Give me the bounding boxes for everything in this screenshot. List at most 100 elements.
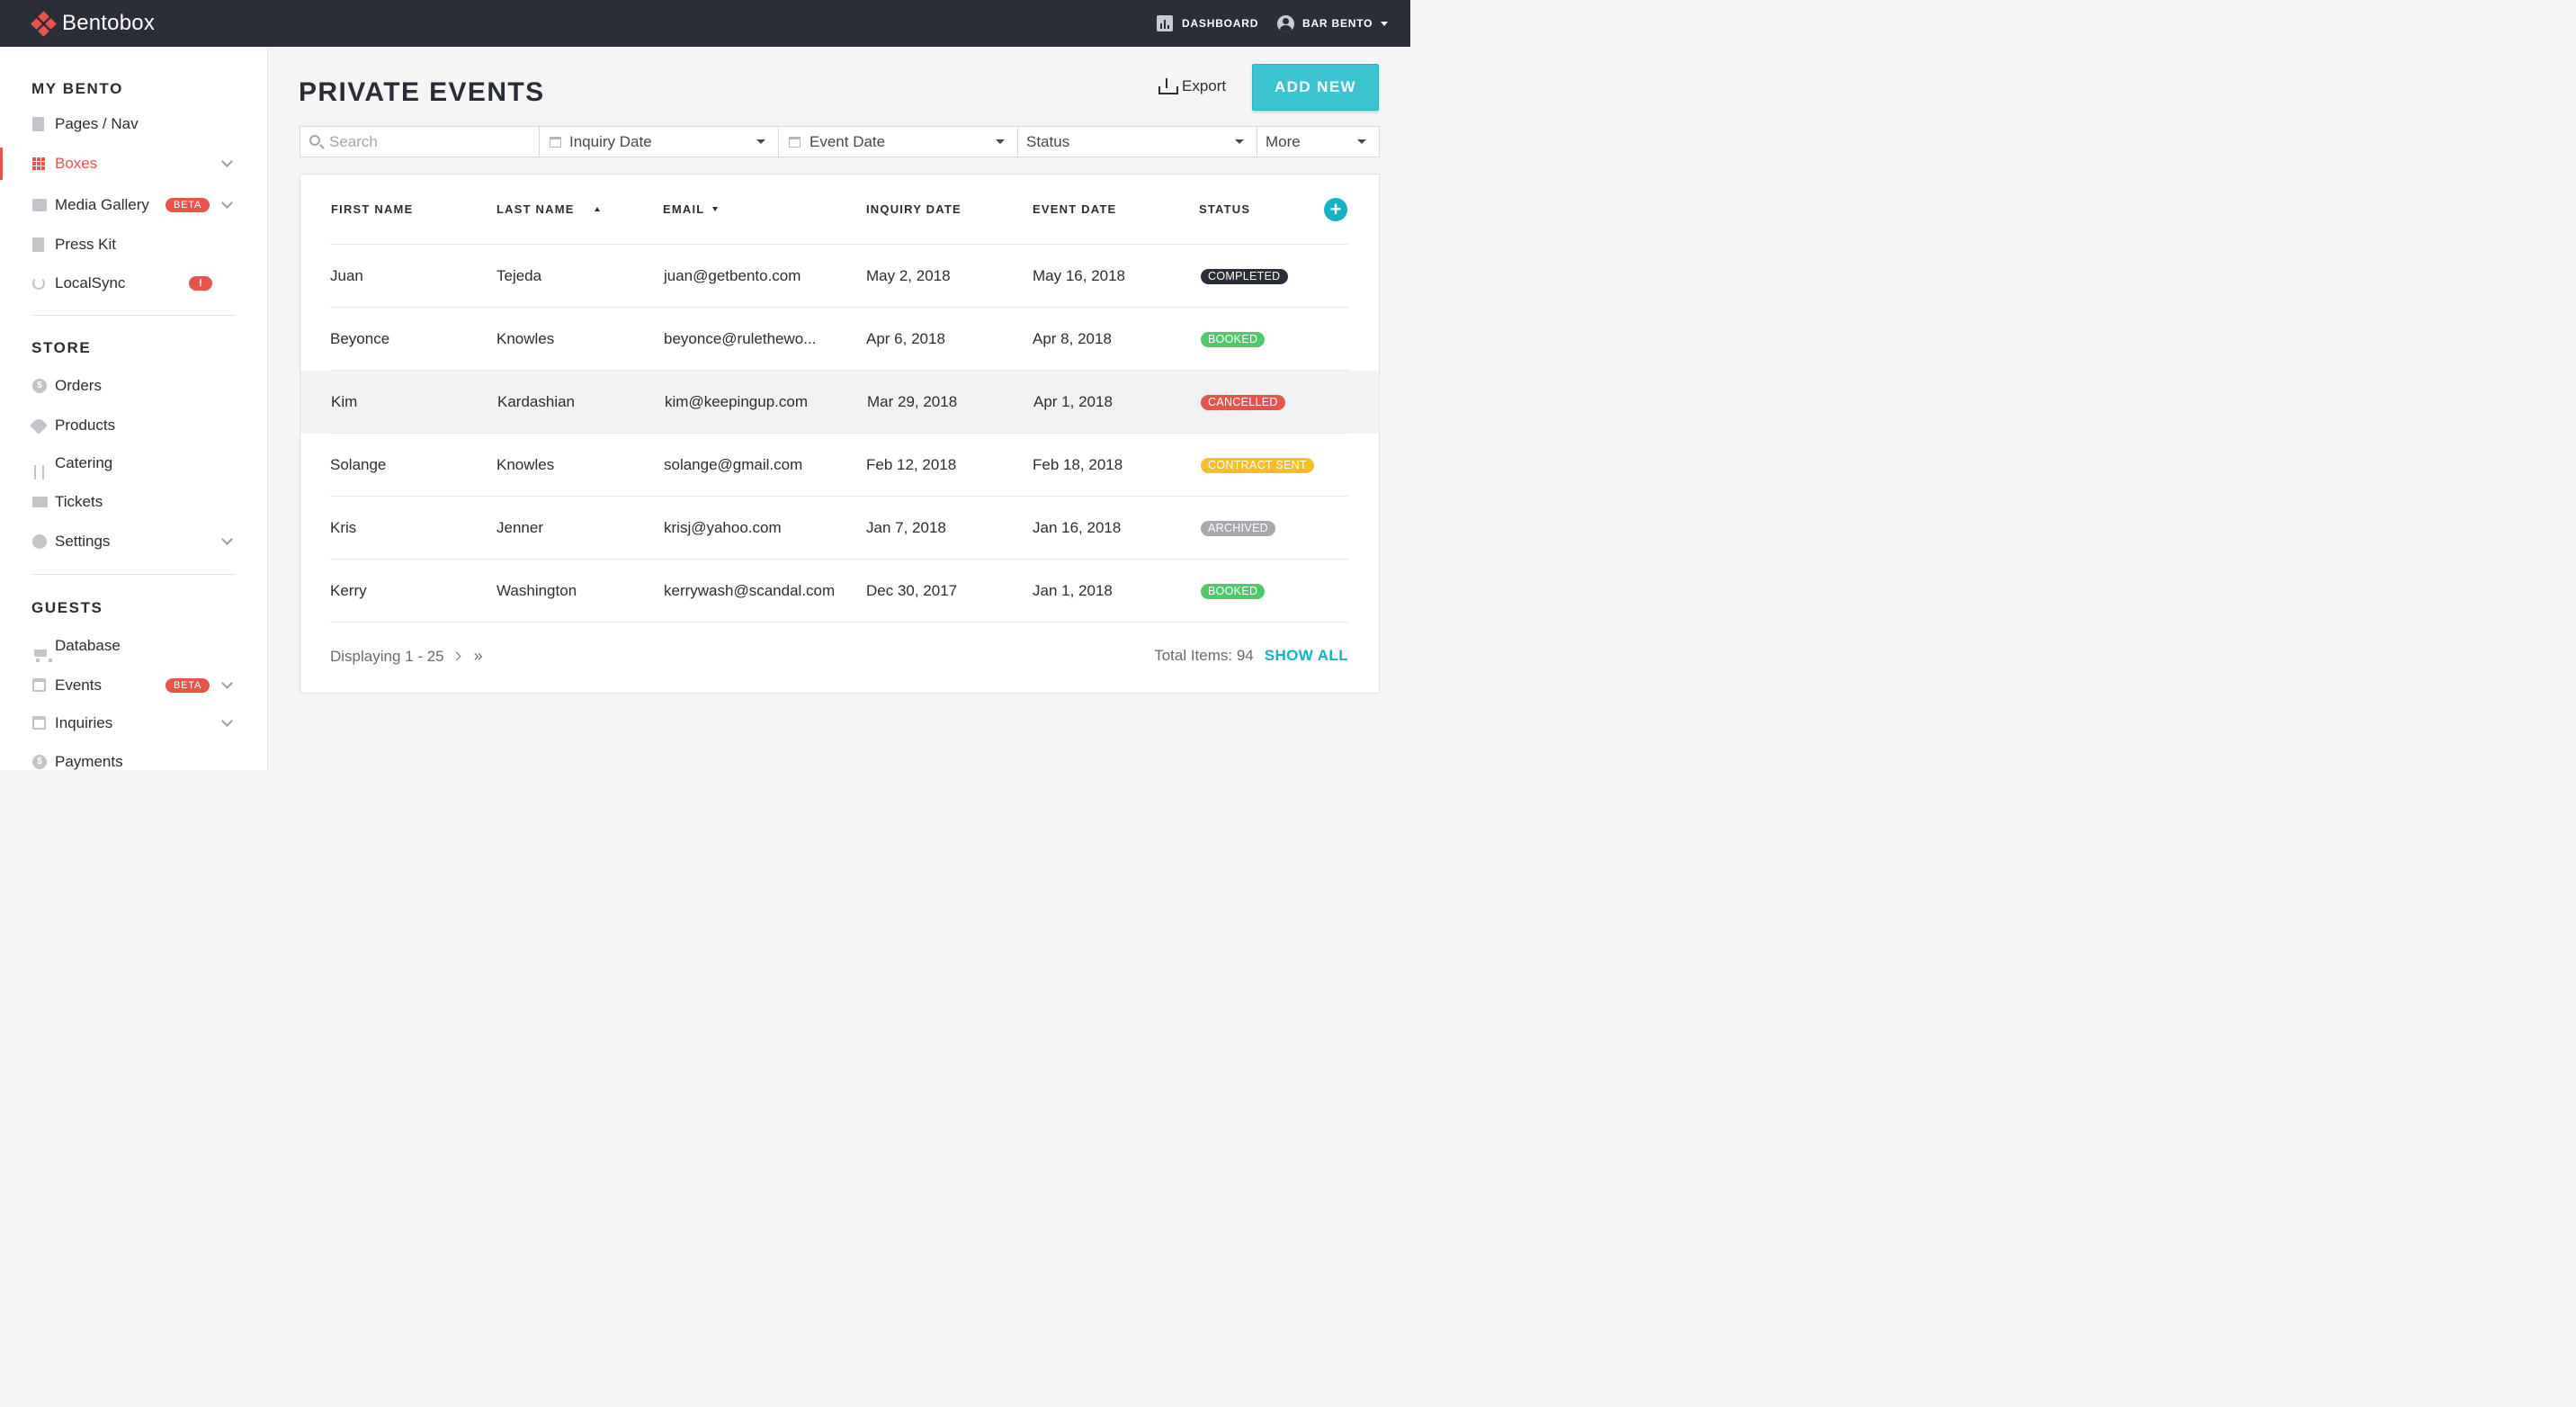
utensils-icon bbox=[32, 465, 47, 479]
ticket-icon bbox=[32, 497, 48, 507]
filter-bar: Inquiry Date Event Date Status More bbox=[300, 126, 1380, 157]
column-header-event-date[interactable]: EVENT DATE bbox=[1033, 202, 1116, 216]
chevron-right-icon[interactable] bbox=[452, 651, 461, 661]
caret-down-icon bbox=[996, 139, 1005, 144]
sort-ascending-icon bbox=[594, 207, 600, 211]
cell-inquiry-date: Mar 29, 2018 bbox=[867, 393, 958, 410]
sidebar-item-label: Boxes bbox=[55, 155, 98, 172]
calendar-check-icon bbox=[32, 716, 46, 730]
show-all-link[interactable]: SHOW ALL bbox=[1265, 647, 1348, 665]
sidebar-item-products[interactable]: Products bbox=[0, 409, 267, 442]
sidebar-item-inquiries[interactable]: Inquiries bbox=[0, 707, 267, 739]
sidebar-item-boxes[interactable]: Boxes bbox=[0, 148, 267, 180]
column-header-label: LAST NAME bbox=[496, 202, 575, 216]
export-label: Export bbox=[1182, 77, 1227, 94]
sidebar-item-events[interactable]: Events BETA bbox=[0, 669, 267, 702]
dashboard-link[interactable]: DASHBOARD bbox=[1157, 0, 1258, 47]
column-header-inquiry-date[interactable]: INQUIRY DATE bbox=[866, 202, 962, 216]
cell-inquiry-date: Feb 12, 2018 bbox=[866, 456, 957, 473]
sidebar-item-settings[interactable]: Settings bbox=[0, 525, 267, 558]
cell-email: beyonce@rulethewo... bbox=[664, 330, 817, 347]
bentobox-logo[interactable]: Bentobox bbox=[31, 11, 156, 37]
inquiry-date-filter[interactable]: Inquiry Date bbox=[540, 127, 779, 157]
column-header-label: FIRST NAME bbox=[331, 202, 414, 216]
search-input[interactable] bbox=[329, 132, 527, 151]
table-row[interactable]: Beyonce Knowles beyonce@rulethewo... Apr 6,… bbox=[300, 308, 1379, 371]
sidebar-item-label: Events bbox=[55, 677, 102, 694]
table-row[interactable]: Juan Tejeda juan@getbento.com May 2, 2018 Ma… bbox=[300, 245, 1379, 308]
search-field[interactable] bbox=[300, 127, 540, 157]
cell-last-name: Knowles bbox=[496, 456, 555, 473]
sidebar-item-payments[interactable]: $ Payments bbox=[0, 746, 267, 770]
last-page-icon[interactable]: » bbox=[474, 647, 483, 666]
page-icon bbox=[32, 117, 44, 131]
add-column-icon[interactable]: + bbox=[1324, 198, 1347, 221]
dashboard-label: DASHBOARD bbox=[1182, 17, 1259, 30]
sidebar-item-database[interactable]: Database bbox=[0, 630, 267, 662]
chevron-down-icon[interactable] bbox=[221, 196, 233, 209]
user-icon bbox=[1277, 14, 1294, 32]
table-row[interactable]: Kerry Washington kerrywash@scandal.com Dec … bbox=[300, 560, 1379, 623]
cell-last-name: Washington bbox=[496, 582, 577, 599]
add-new-button[interactable]: ADD NEW bbox=[1252, 64, 1379, 111]
account-menu[interactable]: BAR BENTO bbox=[1277, 0, 1389, 47]
column-header-last-name[interactable]: LAST NAME bbox=[496, 202, 600, 216]
gear-icon bbox=[32, 534, 47, 549]
chevron-down-icon[interactable] bbox=[221, 155, 233, 167]
section-title-guests: GUESTS bbox=[31, 599, 103, 616]
sidebar-item-label: Products bbox=[55, 417, 116, 434]
displaying-range: Displaying 1 - 25 bbox=[330, 647, 444, 665]
cell-first-name: Beyonce bbox=[330, 330, 390, 347]
chevron-down-icon[interactable] bbox=[221, 714, 233, 727]
table-summary: Total Items: 94 SHOW ALL bbox=[1154, 647, 1348, 665]
sidebar-item-label: Press Kit bbox=[55, 236, 117, 253]
status-badge: BOOKED bbox=[1201, 332, 1266, 347]
sidebar-item-tickets[interactable]: Tickets bbox=[0, 486, 267, 518]
event-date-label: Event Date bbox=[809, 132, 886, 150]
column-header-email[interactable]: EMAIL bbox=[663, 202, 719, 216]
document-icon bbox=[32, 237, 44, 252]
cell-first-name: Kim bbox=[331, 393, 358, 410]
sidebar-divider bbox=[31, 315, 236, 316]
beta-badge: BETA bbox=[165, 198, 210, 212]
sidebar-item-orders[interactable]: $ Orders bbox=[0, 370, 267, 402]
section-title-store: STORE bbox=[31, 339, 92, 356]
image-icon bbox=[32, 199, 47, 211]
more-filter-label: More bbox=[1266, 132, 1301, 150]
cell-inquiry-date: Jan 7, 2018 bbox=[866, 519, 946, 536]
inquiry-date-label: Inquiry Date bbox=[569, 132, 652, 150]
status-badge: CONTRACT SENT bbox=[1201, 458, 1314, 473]
more-filter[interactable]: More bbox=[1257, 127, 1379, 157]
sidebar-item-catering[interactable]: Catering bbox=[0, 447, 267, 479]
column-header-first-name[interactable]: FIRST NAME bbox=[331, 202, 413, 216]
sidebar-item-press-kit[interactable]: Press Kit bbox=[0, 229, 267, 261]
sidebar-item-localsync[interactable]: LocalSync ! bbox=[0, 267, 267, 300]
cell-last-name: Knowles bbox=[496, 330, 555, 347]
status-filter[interactable]: Status bbox=[1018, 127, 1257, 157]
status-badge: BOOKED bbox=[1201, 584, 1266, 599]
caret-down-icon bbox=[1381, 21, 1389, 26]
cell-event-date: Apr 1, 2018 bbox=[1033, 393, 1113, 410]
event-date-filter[interactable]: Event Date bbox=[779, 127, 1018, 157]
table-row[interactable]: Kris Jenner krisj@yahoo.com Jan 7, 2018 Jan … bbox=[300, 497, 1379, 560]
table-row[interactable]: Kim Kardashian kim@keepingup.com Mar 29, 20… bbox=[300, 371, 1379, 434]
sidebar-item-pages-nav[interactable]: Pages / Nav bbox=[0, 108, 267, 140]
sidebar-item-media-gallery[interactable]: Media Gallery BETA bbox=[0, 189, 267, 221]
chevron-down-icon[interactable] bbox=[221, 533, 233, 545]
cell-email: krisj@yahoo.com bbox=[664, 519, 782, 536]
sidebar-divider bbox=[31, 574, 236, 575]
cell-first-name: Kris bbox=[330, 519, 357, 536]
events-table: FIRST NAME LAST NAME EMAIL INQUIRY DATE … bbox=[300, 174, 1380, 694]
export-button[interactable]: Export bbox=[1158, 76, 1226, 97]
column-header-label: STATUS bbox=[1199, 202, 1251, 216]
sidebar-item-label: Orders bbox=[55, 377, 102, 394]
table-row[interactable]: Solange Knowles solange@gmail.com Feb 12, 2… bbox=[300, 434, 1379, 497]
app-name: Bentobox bbox=[62, 11, 156, 35]
total-items: Total Items: 94 bbox=[1154, 647, 1254, 664]
status-badge: COMPLETED bbox=[1201, 269, 1288, 284]
pagination: Displaying 1 - 25 » bbox=[330, 647, 483, 666]
sidebar-item-label: Database bbox=[55, 637, 121, 654]
sidebar-item-label: Pages / Nav bbox=[55, 115, 139, 132]
chevron-down-icon[interactable] bbox=[221, 677, 233, 689]
column-header-status[interactable]: STATUS bbox=[1199, 202, 1250, 216]
